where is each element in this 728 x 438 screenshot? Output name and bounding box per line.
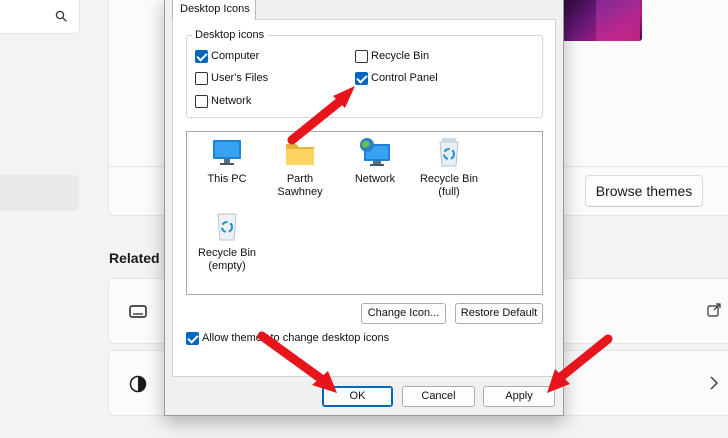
monitor-icon bbox=[213, 140, 241, 165]
change-icon-button[interactable]: Change Icon... bbox=[361, 303, 446, 324]
icon-item-label: Recycle Bin bbox=[197, 247, 257, 259]
tab-desktop-icons[interactable]: Desktop Icons bbox=[172, 0, 256, 20]
checkbox-checked-icon[interactable] bbox=[355, 72, 368, 85]
checkbox-checked-icon[interactable] bbox=[186, 332, 199, 345]
recycle-bin-checkbox-label: Recycle Bin bbox=[371, 50, 430, 62]
contrast-icon bbox=[129, 375, 147, 393]
icon-item-label-line2: (empty) bbox=[208, 260, 246, 272]
browse-themes-button[interactable]: Browse themes bbox=[585, 175, 703, 207]
checkbox-unchecked-icon[interactable] bbox=[195, 72, 208, 85]
recycle-bin-full-icon bbox=[439, 138, 459, 167]
network-icon bbox=[360, 138, 390, 166]
icon-item-label: Recycle Bin bbox=[419, 173, 479, 185]
apply-button[interactable]: Apply bbox=[483, 386, 555, 407]
cancel-button[interactable]: Cancel bbox=[402, 386, 475, 407]
icon-item-this-pc[interactable]: This PC bbox=[189, 138, 265, 186]
icon-item-label-line2: Sawhney bbox=[277, 186, 323, 198]
checkbox-unchecked-icon[interactable] bbox=[195, 95, 208, 108]
search-box[interactable] bbox=[0, 0, 80, 34]
control-panel-checkbox-label: Control Panel bbox=[371, 72, 438, 84]
restore-default-button[interactable]: Restore Default bbox=[455, 303, 543, 324]
icon-item-network[interactable]: Network bbox=[337, 136, 413, 186]
folder-icon bbox=[286, 144, 314, 165]
computer-checkbox-label: Computer bbox=[211, 50, 260, 62]
users-files-checkbox-label: User's Files bbox=[211, 72, 269, 84]
open-external-icon bbox=[707, 303, 721, 317]
icon-item-user-folder[interactable]: Parth Sawhney bbox=[262, 138, 338, 199]
theme-thumbnail[interactable] bbox=[562, 0, 642, 41]
theme-thumbnail-accent bbox=[596, 0, 640, 41]
chevron-right-icon bbox=[710, 376, 718, 390]
desktop-icons-group-label: Desktop icons bbox=[192, 29, 268, 41]
sidebar-selected-item[interactable] bbox=[0, 175, 79, 211]
recycle-bin-empty-icon bbox=[217, 213, 237, 241]
icon-item-recycle-bin-full[interactable]: Recycle Bin (full) bbox=[411, 137, 487, 199]
monitor-outline-icon bbox=[129, 305, 147, 318]
icon-item-label: This PC bbox=[207, 173, 247, 185]
ok-button[interactable]: OK bbox=[322, 386, 393, 407]
checkbox-checked-icon[interactable] bbox=[195, 50, 208, 63]
search-icon[interactable] bbox=[55, 10, 67, 22]
icon-item-label: Parth bbox=[286, 173, 314, 185]
icon-item-label: Network bbox=[354, 173, 396, 185]
network-checkbox-label: Network bbox=[211, 95, 252, 107]
desktop-icon-list[interactable]: This PC Parth Sawhney Network Recycle Bi… bbox=[186, 131, 543, 295]
related-settings-heading: Related s bbox=[109, 250, 165, 266]
icon-item-label-line2: (full) bbox=[438, 186, 460, 198]
icon-item-recycle-bin-empty[interactable]: Recycle Bin (empty) bbox=[189, 211, 265, 273]
allow-themes-checkbox-label: Allow themes to change desktop icons bbox=[202, 332, 390, 344]
checkbox-unchecked-icon[interactable] bbox=[355, 50, 368, 63]
